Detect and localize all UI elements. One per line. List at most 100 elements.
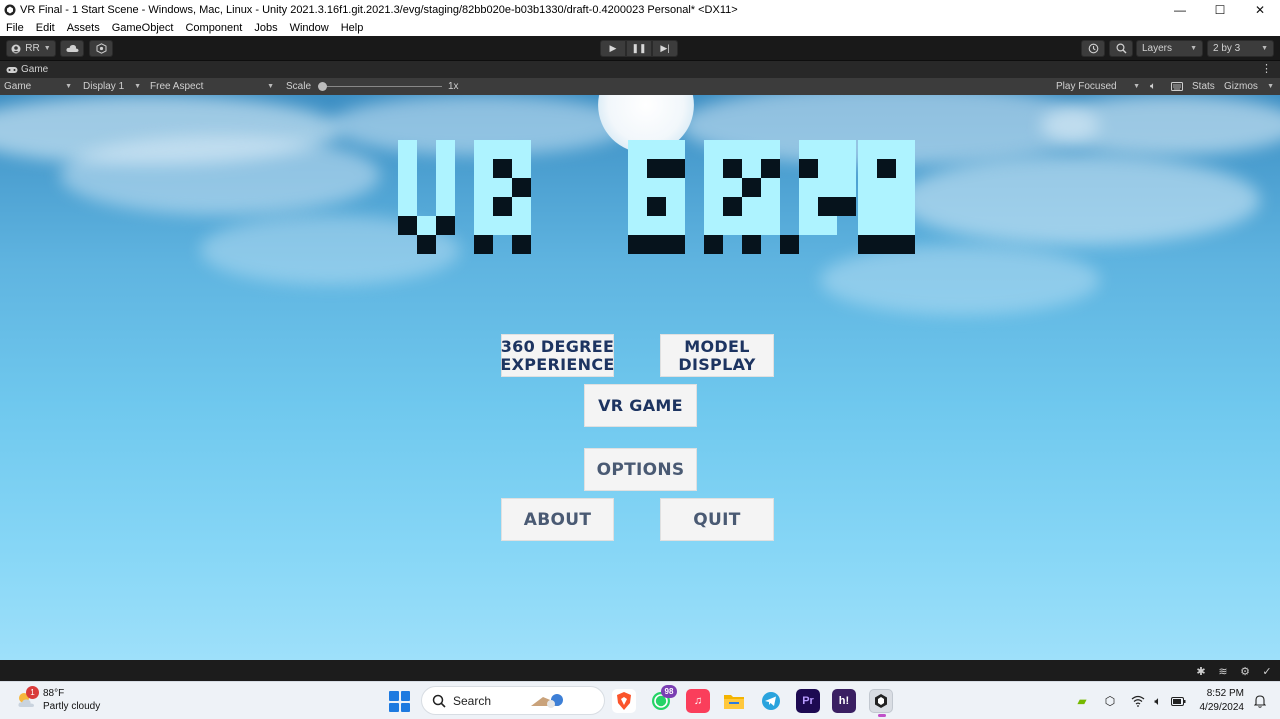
windows-start-icon[interactable] xyxy=(389,691,410,712)
button-label: OPTIONS xyxy=(596,459,685,480)
undo-history-button[interactable] xyxy=(1081,40,1105,57)
unity-hub-tray-icon[interactable]: ⬡ xyxy=(1102,693,1118,709)
package-icon xyxy=(96,43,106,54)
aspect-dropdown[interactable]: Free Aspect ▼ xyxy=(150,78,278,95)
scale-slider-track[interactable] xyxy=(322,86,442,87)
account-dropdown[interactable]: RR ▼ xyxy=(6,40,56,57)
history-icon xyxy=(1088,43,1098,54)
weather-desc: Partly cloudy xyxy=(43,701,101,712)
volume-icon[interactable]: 🔈︎ xyxy=(1150,693,1166,709)
play-icon: ▶ xyxy=(609,43,617,53)
menu-window[interactable]: Window xyxy=(284,22,335,34)
step-button[interactable]: ▶| xyxy=(652,40,678,57)
pause-icon: ❚❚ xyxy=(631,43,647,53)
chevron-down-icon: ▼ xyxy=(1133,83,1140,90)
button-label: QUIT xyxy=(693,509,741,530)
brave-browser-icon[interactable] xyxy=(612,689,636,713)
cloud-icon xyxy=(65,44,79,52)
pause-button[interactable]: ❚❚ xyxy=(626,40,652,57)
unity-taskbar-icon[interactable] xyxy=(869,689,893,717)
minimize-button[interactable]: — xyxy=(1160,0,1200,20)
step-icon: ▶| xyxy=(660,43,670,53)
play-mode-label: Play Focused xyxy=(1056,81,1117,92)
vr-game-button[interactable]: VR GAME xyxy=(584,384,697,427)
chevron-down-icon: ▼ xyxy=(65,83,72,90)
nvidia-icon[interactable]: ▰ xyxy=(1074,693,1090,709)
display-dropdown[interactable]: Display 1 ▼ xyxy=(83,78,145,95)
layers-dropdown[interactable]: Layers ▼ xyxy=(1136,40,1203,57)
taskbar-search[interactable]: Search xyxy=(421,686,605,715)
more-options-icon[interactable]: ⋮ xyxy=(1261,62,1272,75)
game-viewport[interactable]: 360 DEGREE EXPERIENCE MODEL DISPLAY VR G… xyxy=(0,95,1280,660)
letter-p xyxy=(799,140,856,235)
layout-dropdown[interactable]: 2 by 3 ▼ xyxy=(1207,40,1274,57)
letter-o xyxy=(858,140,915,254)
weather-widget[interactable]: 1 88°F Partly cloudy xyxy=(16,686,101,713)
music-app-icon[interactable]: ♫ xyxy=(686,689,710,713)
file-explorer-icon[interactable] xyxy=(722,689,746,713)
button-label-line1: MODEL xyxy=(684,336,750,356)
layout-label: 2 by 3 xyxy=(1213,43,1241,54)
menu-edit[interactable]: Edit xyxy=(30,22,61,34)
mute-audio-button[interactable]: 🔈︎ xyxy=(1150,78,1156,95)
gizmos-label: Gizmos xyxy=(1224,81,1258,92)
vsync-toggle[interactable] xyxy=(1171,78,1183,95)
menu-jobs[interactable]: Jobs xyxy=(248,22,283,34)
maximize-button[interactable]: ☐ xyxy=(1200,0,1240,20)
game-tab-bar: Game ⋮ xyxy=(0,61,1280,78)
menu-component[interactable]: Component xyxy=(179,22,248,34)
bug-icon[interactable]: ✱ xyxy=(1194,664,1208,678)
360-degree-experience-button[interactable]: 360 DEGREE EXPERIENCE xyxy=(500,334,615,377)
clock-date: 4/29/2024 xyxy=(1199,702,1245,713)
menu-help[interactable]: Help xyxy=(335,22,370,34)
unity-logo-icon xyxy=(4,4,16,16)
whatsapp-badge: 98 xyxy=(661,685,677,698)
about-button[interactable]: ABOUT xyxy=(501,498,614,541)
search-placeholder: Search xyxy=(453,693,492,708)
button-label: VR GAME xyxy=(598,395,683,415)
menu-gameobject[interactable]: GameObject xyxy=(106,22,180,34)
notification-bell-icon[interactable] xyxy=(1252,693,1268,709)
battery-icon[interactable] xyxy=(1170,693,1186,709)
search-button[interactable] xyxy=(1109,40,1133,57)
wifi-icon[interactable] xyxy=(1130,693,1146,709)
tab-game[interactable]: Game xyxy=(0,61,57,78)
letter-e xyxy=(628,140,685,254)
collab-button[interactable] xyxy=(89,40,113,57)
debug-settings-icon[interactable]: ⚙ xyxy=(1238,664,1252,678)
partly-cloudy-icon: 1 xyxy=(16,686,39,711)
speaker-icon: 🔈︎ xyxy=(1150,81,1156,92)
scale-slider-handle[interactable] xyxy=(318,82,327,91)
menu-file[interactable]: File xyxy=(0,22,30,34)
telegram-icon[interactable] xyxy=(759,689,783,713)
taskbar-clock[interactable]: 8:52 PM 4/29/2024 xyxy=(1186,687,1245,715)
quit-button[interactable]: QUIT xyxy=(660,498,774,541)
view-mode-label: Game xyxy=(4,81,32,92)
cloud-shape xyxy=(60,135,380,215)
play-button[interactable]: ▶ xyxy=(600,40,626,57)
premiere-pro-icon[interactable]: Pr xyxy=(796,689,820,713)
cloud-button[interactable] xyxy=(60,40,84,57)
game-title-logo xyxy=(398,140,915,254)
cloud-shape xyxy=(900,155,1260,245)
gamepad-icon xyxy=(6,66,18,73)
hive-app-icon[interactable]: h! xyxy=(832,689,856,713)
play-mode-dropdown[interactable]: Play Focused ▼ xyxy=(1056,78,1144,95)
button-label-line1: 360 DEGREE xyxy=(500,336,615,356)
check-circle-icon[interactable]: ✓ xyxy=(1260,664,1274,678)
weather-badge: 1 xyxy=(26,686,39,699)
window-title: VR Final - 1 Start Scene - Windows, Mac,… xyxy=(20,4,738,16)
scale-label: Scale xyxy=(286,81,312,92)
options-button[interactable]: OPTIONS xyxy=(584,448,697,491)
gizmos-dropdown[interactable]: Gizmos ▼ xyxy=(1224,78,1278,95)
view-mode-dropdown[interactable]: Game ▼ xyxy=(4,78,76,95)
game-view-controls: Game ▼ Display 1 ▼ Free Aspect ▼ Scale 1… xyxy=(0,78,1280,95)
whatsapp-icon[interactable]: 98 xyxy=(649,685,677,713)
chevron-down-icon: ▼ xyxy=(1267,83,1274,90)
sweep-icon[interactable]: ≋ xyxy=(1216,664,1230,678)
stats-toggle[interactable]: Stats xyxy=(1192,78,1215,95)
letter-x xyxy=(704,140,799,254)
menu-assets[interactable]: Assets xyxy=(61,22,106,34)
close-button[interactable]: ✕ xyxy=(1240,0,1280,20)
model-display-button[interactable]: MODEL DISPLAY xyxy=(660,334,774,377)
